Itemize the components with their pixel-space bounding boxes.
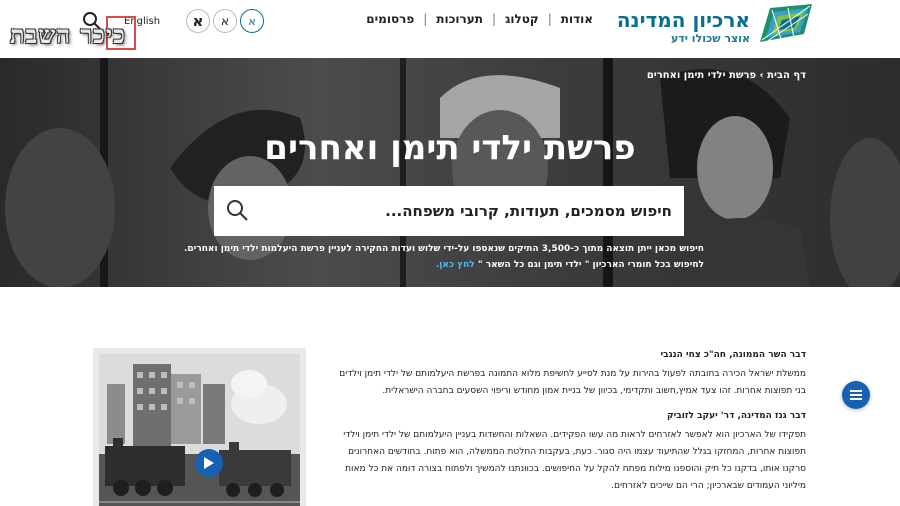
accessibility-menu-button[interactable]	[842, 381, 870, 409]
statements-section: דבר השר הממונה, חה"כ צחי הנגבי ממשלת ישר…	[330, 347, 806, 503]
page-title: פרשת ילדי תימן ואחרים	[264, 128, 636, 168]
font-size-controls: א א א	[186, 9, 264, 33]
search-bar	[214, 186, 684, 236]
search-description-line1: חיפוש מכאן ייתן תוצאה מתוך כ-3,500 התיקי…	[184, 244, 704, 254]
breadcrumb-current: פרשת ילדי תימן ואחרים	[646, 70, 757, 81]
play-icon	[204, 457, 214, 469]
search-icon[interactable]	[226, 199, 248, 221]
search-description: חיפוש מכאן ייתן תוצאה מתוך כ-3,500 התיקי…	[184, 241, 704, 273]
search-description-line2: לחיפוש בכל חומרי הארכיון " ילדי תימן וגם…	[184, 257, 704, 273]
font-size-large-button[interactable]: א	[186, 9, 210, 33]
search-input[interactable]	[252, 186, 672, 236]
archivist-statement-heading: דבר גנז המדינה, דר' יעקב לזוביק	[666, 411, 806, 421]
site-logo[interactable]: ארכיון המדינה אוצר שכולו ידע	[617, 4, 814, 48]
archivist-statement-text: תפקידו של הארכיון הוא לאפשר לאזרחים לראו…	[343, 430, 806, 491]
logo-mark-icon	[760, 4, 812, 43]
nav-publications[interactable]: פרסומים	[357, 12, 423, 26]
breadcrumb-home-link[interactable]: דף הבית	[767, 70, 806, 81]
watermark-text: כיכר השבת	[10, 20, 126, 49]
nav-separator: |	[423, 12, 428, 26]
search-description-text: לחיפוש בכל חומרי הארכיון " ילדי תימן וגם…	[477, 260, 704, 270]
train-station-photo	[99, 354, 300, 506]
nav-catalog[interactable]: קטלוג	[496, 12, 548, 26]
font-size-small-button[interactable]: א	[240, 9, 264, 33]
logo-title: ארכיון המדינה	[616, 8, 750, 32]
main-content: דבר השר הממונה, חה"כ צחי הנגבי ממשלת ישר…	[0, 287, 900, 506]
watermark-logo: כיכר השבת	[10, 14, 175, 58]
main-nav: פרסומים | תערוכות | קטלוג | אודות	[357, 12, 602, 26]
nav-separator: |	[491, 12, 496, 26]
video-thumbnail[interactable]	[99, 354, 300, 506]
minister-statement-heading: דבר השר הממונה, חה"כ צחי הנגבי	[660, 350, 806, 360]
menu-icon	[850, 390, 862, 400]
play-button[interactable]	[195, 449, 223, 477]
minister-statement-text: ממשלת ישראל הכירה בחובתה לפעול בהירות על…	[339, 369, 806, 396]
click-here-link[interactable]: לחץ כאן.	[436, 260, 475, 270]
video-card[interactable]	[93, 348, 306, 506]
nav-separator: |	[547, 12, 552, 26]
site-header: ארכיון המדינה אוצר שכולו ידע פרסומים | ת…	[0, 0, 900, 58]
logo-subtitle: אוצר שכולו ידע	[670, 32, 750, 45]
breadcrumb-separator: ›	[759, 70, 764, 81]
font-size-medium-button[interactable]: א	[213, 9, 237, 33]
hero-banner: דף הבית › פרשת ילדי תימן ואחרים פרשת ילד…	[0, 58, 900, 287]
nav-about[interactable]: אודות	[552, 12, 602, 26]
nav-exhibitions[interactable]: תערוכות	[427, 12, 492, 26]
breadcrumb: דף הבית › פרשת ילדי תימן ואחרים	[647, 70, 806, 81]
